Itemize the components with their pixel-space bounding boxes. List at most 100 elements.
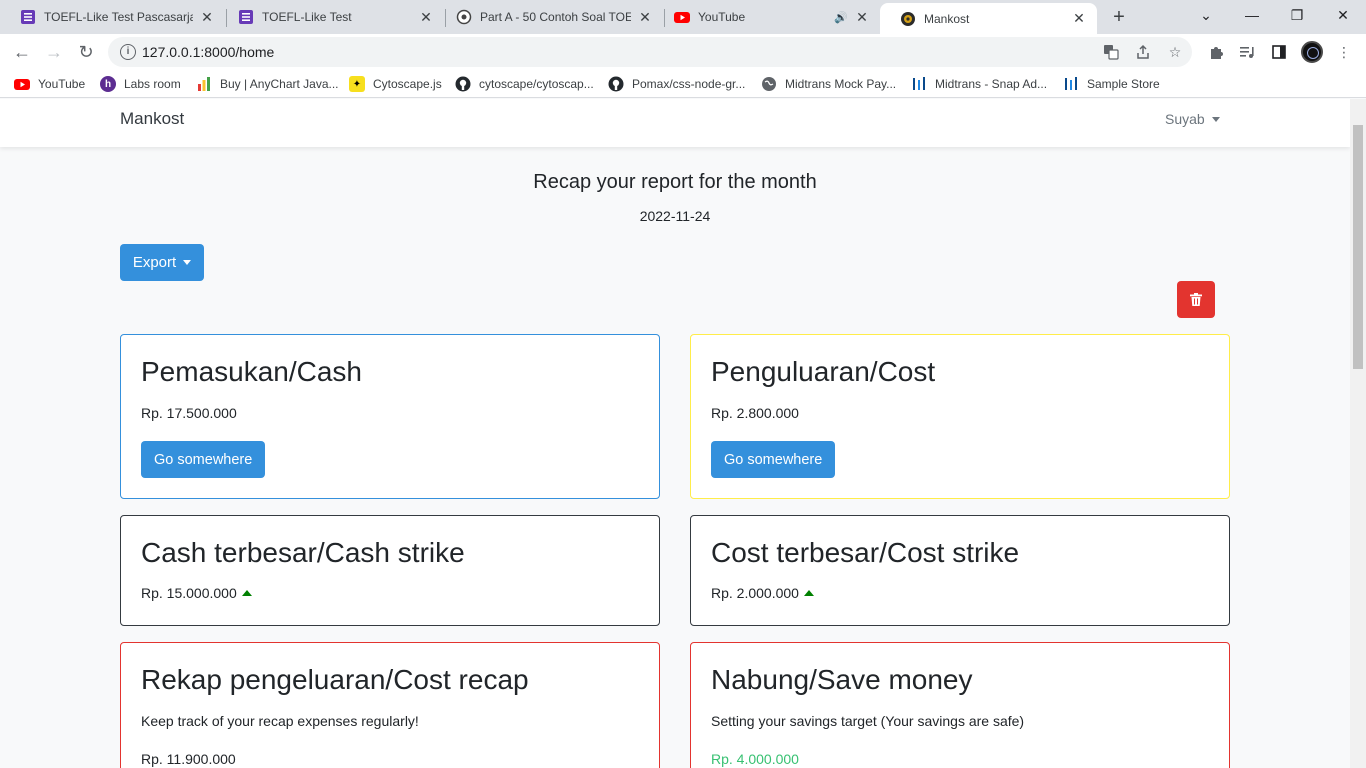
bookmark-star-icon[interactable]: ☆	[1166, 43, 1184, 61]
bookmark-label: Sample Store	[1087, 77, 1160, 91]
url-text[interactable]: 127.0.0.1:8000/home	[142, 44, 274, 60]
card-description: Setting your savings target (Your saving…	[711, 713, 1025, 729]
export-dropdown-button[interactable]: Export	[120, 244, 204, 281]
app-navbar: Mankost Suyab	[0, 99, 1350, 147]
media-control-icon[interactable]	[1238, 43, 1256, 61]
cost-recap-amount: Rp. 11.900.000	[141, 751, 236, 767]
delete-button[interactable]	[1177, 281, 1215, 318]
go-somewhere-button[interactable]: Go somewhere	[141, 441, 266, 478]
form-icon	[238, 9, 254, 25]
caret-down-icon	[1211, 116, 1220, 122]
tab-toefl-like-test[interactable]: TOEFL-Like Test ✕	[218, 0, 444, 34]
site-info-icon[interactable]: i	[120, 44, 136, 60]
close-window-button[interactable]: ✕	[1320, 0, 1366, 30]
page-viewport: Mankost Suyab Recap your report for the …	[0, 99, 1350, 768]
tab-title: YouTube	[698, 10, 746, 24]
close-icon[interactable]: ✕	[199, 9, 215, 25]
card-title: Cash terbesar/Cash strike	[141, 537, 465, 568]
close-icon[interactable]: ✕	[854, 9, 870, 25]
bookmark-youtube[interactable]: YouTube	[14, 75, 85, 93]
minimize-button[interactable]: —	[1229, 0, 1275, 30]
user-name: Suyab	[1165, 111, 1205, 127]
bookmark-anychart[interactable]: Buy | AnyChart Java...	[196, 75, 339, 93]
cost-recap-card: Rekap pengeluaran/Cost recap Keep track …	[120, 642, 660, 768]
tab-youtube[interactable]: YouTube 🔊 ✕	[654, 0, 880, 34]
tab-toefl-pascasarjana[interactable]: TOEFL-Like Test Pascasarjana ✕	[0, 0, 225, 34]
chart-icon	[196, 76, 212, 92]
cash-strike-card: Cash terbesar/Cash strike Rp. 15.000.000	[120, 515, 660, 626]
menu-kebab-icon[interactable]: ⋮	[1335, 43, 1353, 61]
amount-value: Rp. 2.000.000	[711, 585, 799, 601]
card-title: Penguluaran/Cost	[711, 356, 936, 387]
cost-amount: Rp. 2.800.000	[711, 405, 799, 421]
brand-link[interactable]: Mankost	[120, 109, 184, 129]
back-button[interactable]: ←	[10, 40, 34, 64]
midtrans-icon	[911, 76, 927, 92]
new-tab-button[interactable]: +	[1108, 6, 1130, 28]
extensions-icon[interactable]	[1207, 43, 1225, 61]
tab-title: TOEFL-Like Test	[262, 10, 352, 24]
card-title: Rekap pengeluaran/Cost recap	[141, 664, 529, 695]
restore-button[interactable]: ❐	[1274, 0, 1320, 30]
bookmark-label: Buy | AnyChart Java...	[220, 77, 339, 91]
savings-amount: Rp. 4.000.000	[711, 751, 799, 767]
tab-title: Mankost	[924, 11, 970, 26]
share-icon[interactable]	[1134, 43, 1152, 61]
tab-part-a[interactable]: Part A - 50 Contoh Soal TOEF ✕	[436, 0, 663, 34]
github-icon	[608, 76, 624, 92]
browser-toolbar: ← → ↻ i 127.0.0.1:8000/home ☆ ⋮	[0, 34, 1366, 70]
forward-button[interactable]: →	[42, 40, 66, 64]
bookmark-sample-store[interactable]: Sample Store	[1063, 75, 1160, 93]
page-scrollbar[interactable]	[1350, 99, 1366, 768]
bookmark-label: Midtrans - Snap Ad...	[935, 77, 1048, 91]
page-title: Recap your report for the month	[533, 171, 817, 193]
trend-up-icon	[803, 590, 814, 596]
bookmark-pomax[interactable]: Pomax/css-node-gr...	[608, 75, 745, 93]
github-icon	[455, 76, 471, 92]
tab-mankost[interactable]: Mankost ✕	[880, 3, 1097, 34]
card-description: Keep track of your recap expenses regula…	[141, 713, 419, 729]
midtrans-icon	[1063, 76, 1079, 92]
report-date: 2022-11-24	[639, 208, 711, 224]
user-dropdown[interactable]: Suyab	[1165, 111, 1220, 127]
bookmark-cytoscape-github[interactable]: cytoscape/cytoscap...	[455, 75, 594, 93]
reload-button[interactable]: ↻	[74, 40, 98, 64]
cost-strike-amount: Rp. 2.000.000	[711, 585, 814, 601]
trash-icon	[1190, 293, 1202, 306]
close-icon[interactable]: ✕	[418, 9, 434, 25]
youtube-icon	[14, 76, 30, 92]
bookmark-label: YouTube	[38, 77, 86, 91]
close-icon[interactable]: ✕	[1071, 10, 1087, 27]
tab-title: TOEFL-Like Test Pascasarjana	[44, 10, 193, 24]
cash-card: Pemasukan/Cash Rp. 17.500.000 Go somewhe…	[120, 334, 660, 499]
amount-value: Rp. 15.000.000	[141, 585, 237, 601]
card-title: Cost terbesar/Cost strike	[711, 537, 1020, 568]
cytoscape-icon: ✦	[349, 76, 365, 92]
bookmark-cytoscape[interactable]: ✦ Cytoscape.js	[349, 75, 442, 93]
translate-icon[interactable]	[1102, 43, 1120, 61]
close-icon[interactable]: ✕	[637, 9, 653, 25]
cost-strike-card: Cost terbesar/Cost strike Rp. 2.000.000	[690, 515, 1230, 626]
labs-room-icon: h	[100, 76, 116, 92]
tab-title: Part A - 50 Contoh Soal TOEF	[480, 10, 631, 24]
save-money-card: Nabung/Save money Setting your savings t…	[690, 642, 1230, 768]
caret-down-icon	[183, 260, 192, 265]
side-panel-icon[interactable]	[1270, 43, 1288, 61]
speaker-icon[interactable]: 🔊	[834, 11, 848, 24]
cost-card: Penguluaran/Cost Rp. 2.800.000 Go somewh…	[690, 334, 1230, 499]
cash-amount: Rp. 17.500.000	[141, 405, 237, 421]
go-somewhere-button[interactable]: Go somewhere	[711, 441, 836, 478]
address-bar[interactable]: i 127.0.0.1:8000/home ☆	[108, 37, 1192, 67]
bookmark-label: Cytoscape.js	[373, 77, 442, 91]
scrollbar-thumb[interactable]	[1353, 125, 1363, 369]
globe-icon	[761, 76, 777, 92]
card-title: Nabung/Save money	[711, 664, 973, 695]
bookmark-midtrans-snap[interactable]: Midtrans - Snap Ad...	[911, 75, 1047, 93]
profile-avatar[interactable]	[1301, 41, 1323, 63]
bookmark-midtrans-mock[interactable]: Midtrans Mock Pay...	[761, 75, 896, 93]
form-icon	[20, 9, 36, 25]
mankost-icon	[900, 11, 916, 27]
bookmark-labs-room[interactable]: h Labs room	[100, 75, 181, 93]
bookmark-label: Labs room	[124, 77, 181, 91]
tab-search-icon[interactable]: ⌄	[1183, 0, 1229, 30]
